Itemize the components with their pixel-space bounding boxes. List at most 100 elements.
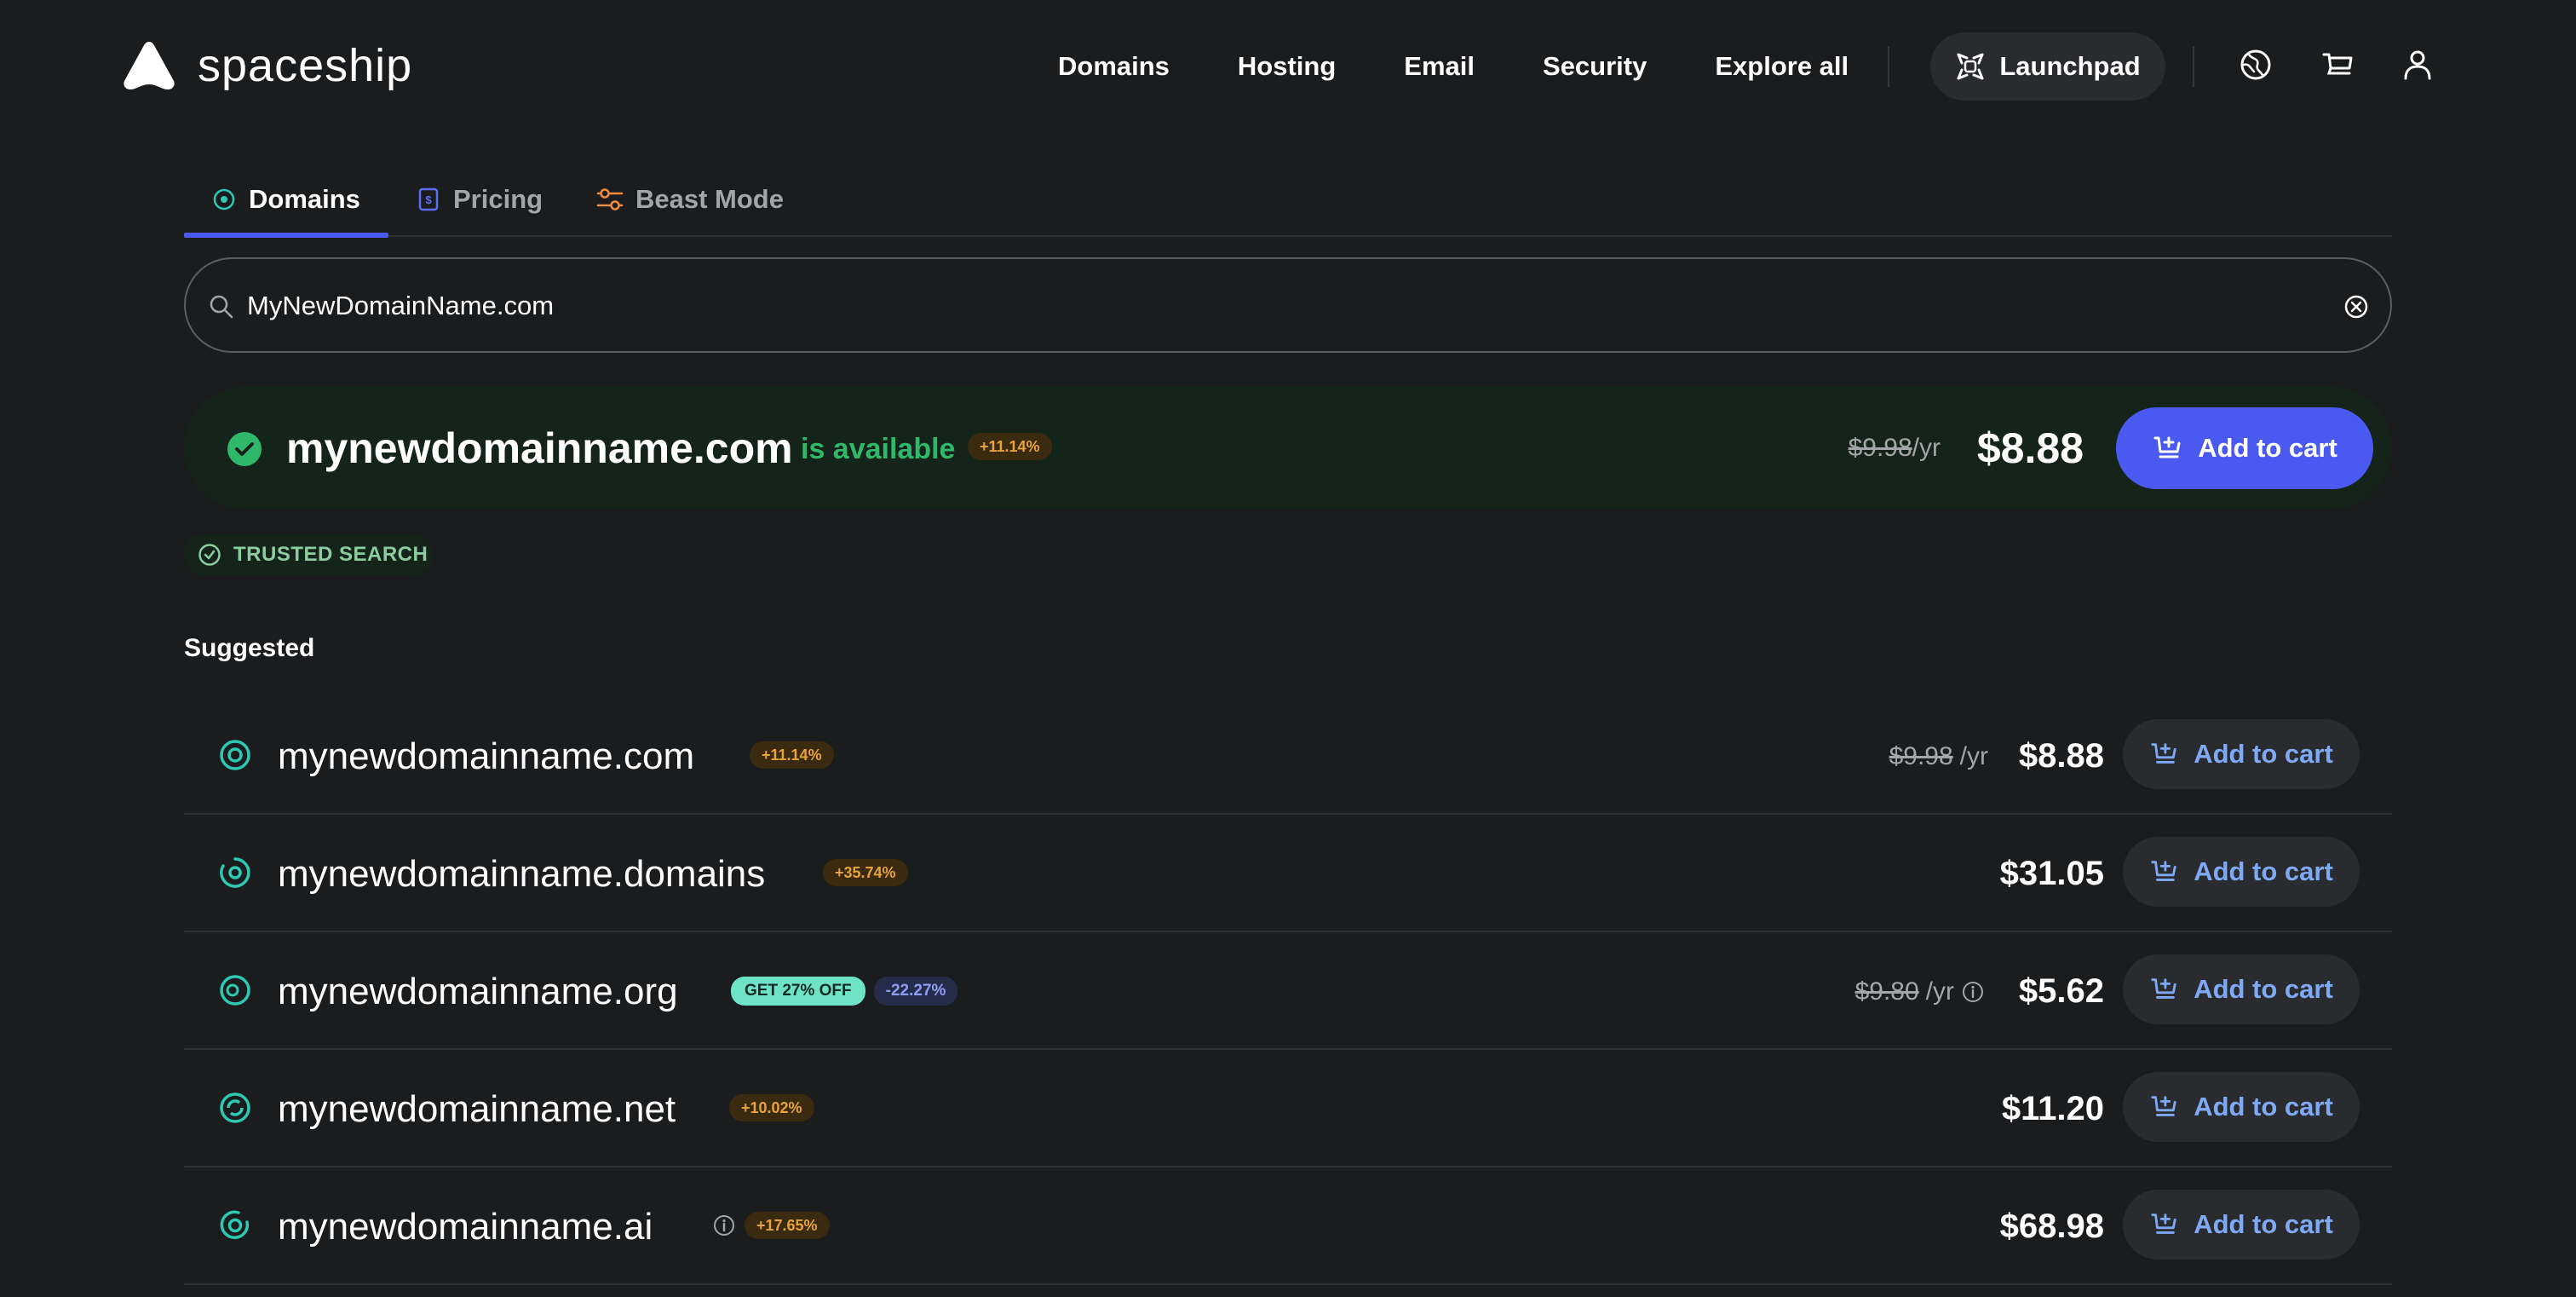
list-item[interactable]: mynewdomainname.ai +17.65% $68.98 Add to… xyxy=(184,1167,2392,1285)
nav-email[interactable]: Email xyxy=(1404,41,1475,92)
availability-status: is available xyxy=(801,433,956,465)
nav-hosting[interactable]: Hosting xyxy=(1238,41,1336,92)
add-to-cart-icon xyxy=(2151,1096,2176,1116)
old-price-value: $9.80 xyxy=(1854,977,1919,1006)
add-to-cart-label: Add to cart xyxy=(2198,433,2337,463)
nav-explore-all[interactable]: Explore all xyxy=(1715,41,1849,92)
launchpad-label: Launchpad xyxy=(1999,51,2141,81)
tld-icon xyxy=(220,740,250,770)
domain-name: mynewdomainname.net xyxy=(278,1088,676,1130)
svg-text:$: $ xyxy=(425,193,432,206)
featured-domain-name: mynewdomainname.com xyxy=(286,424,793,472)
price-change-badge: -22.27% xyxy=(873,977,958,1006)
rocket-logo-icon xyxy=(124,42,175,89)
price-change-badge: +11.14% xyxy=(750,741,834,769)
info-icon[interactable] xyxy=(712,1213,736,1237)
pricing-tab-icon: $ xyxy=(418,187,439,211)
old-price: $9.80/yr xyxy=(1855,975,1985,1009)
price: $5.62 xyxy=(2018,972,2104,1010)
main-nav: Domains Hosting Email Security Explore a… xyxy=(1058,41,1849,92)
price-change-badge: +35.74% xyxy=(823,859,908,886)
price: $31.05 xyxy=(1999,855,2104,892)
add-to-cart-button[interactable]: Add to cart xyxy=(2123,719,2360,789)
tab-domains[interactable]: Domains xyxy=(211,162,360,237)
price: $68.98 xyxy=(1999,1208,2104,1245)
badges: +10.02% xyxy=(729,1094,814,1121)
cart-icon[interactable] xyxy=(2319,46,2356,84)
page: spaceship Domains Hosting Email Security… xyxy=(0,0,2576,1297)
add-to-cart-icon xyxy=(2151,743,2176,764)
old-price-value: $9.98 xyxy=(1848,434,1912,462)
add-to-cart-label: Add to cart xyxy=(2194,856,2333,886)
tab-pricing[interactable]: $ Pricing xyxy=(416,162,543,237)
launchpad-icon xyxy=(1957,53,1984,80)
per-year-label: /yr xyxy=(1959,742,1988,770)
tab-label: Beast Mode xyxy=(635,184,784,214)
add-to-cart-button[interactable]: Add to cart xyxy=(2123,1072,2360,1142)
check-circle-icon xyxy=(198,544,221,566)
price-change-badge: +10.02% xyxy=(729,1094,814,1121)
badges: +11.14% xyxy=(750,741,834,769)
add-to-cart-button[interactable]: Add to cart xyxy=(2123,954,2360,1024)
price-change-badge: +11.14% xyxy=(968,433,1052,460)
add-to-cart-label: Add to cart xyxy=(2194,1209,2333,1239)
brand-name: spaceship xyxy=(198,40,413,91)
old-price: $9.98/yr xyxy=(1889,740,1988,774)
list-item[interactable]: mynewdomainname.net +10.02% $11.20 Add t… xyxy=(184,1050,2392,1167)
add-to-cart-button[interactable]: Add to cart xyxy=(2123,1190,2360,1260)
badges: +17.65% xyxy=(712,1212,830,1239)
domain-name: mynewdomainname.domains xyxy=(278,853,766,895)
launchpad-button[interactable]: Launchpad xyxy=(1930,32,2165,101)
add-to-cart-button[interactable]: Add to cart xyxy=(2123,837,2360,907)
old-price-value: $9.98 xyxy=(1889,742,1953,770)
add-to-cart-icon xyxy=(2151,1213,2176,1234)
add-to-cart-label: Add to cart xyxy=(2194,974,2333,1004)
active-tab-indicator xyxy=(184,233,388,238)
tab-label: Pricing xyxy=(453,184,543,214)
promo-badge: GET 27% OFF xyxy=(731,977,865,1006)
featured-result: mynewdomainname.com is available +11.14%… xyxy=(184,387,2392,510)
tab-beast-mode[interactable]: Beast Mode xyxy=(596,162,784,237)
domains-tab-icon xyxy=(213,188,235,210)
user-icon[interactable] xyxy=(2399,46,2436,84)
tld-icon xyxy=(220,1092,250,1123)
tld-icon xyxy=(220,975,250,1006)
domain-name: mynewdomainname.ai xyxy=(278,1206,653,1248)
top-nav: spaceship Domains Hosting Email Security… xyxy=(0,0,2576,133)
info-icon[interactable] xyxy=(1961,980,1985,1004)
price-change-badge: +17.65% xyxy=(745,1212,830,1239)
search-input[interactable] xyxy=(247,276,2309,336)
featured-price: $8.88 xyxy=(1976,424,2084,472)
badges: GET 27% OFF -22.27% xyxy=(731,977,958,1006)
search-tabs: Domains $ Pricing Beast Mode xyxy=(184,162,2392,238)
featured-old-price: $9.98/yr xyxy=(1849,431,1941,465)
sliders-icon xyxy=(596,188,624,210)
suggested-list: mynewdomainname.com +11.14% $9.98/yr $8.… xyxy=(184,697,2392,1285)
globe-icon[interactable] xyxy=(2237,46,2274,84)
trusted-search-label: TRUSTED SEARCH xyxy=(233,543,428,566)
add-to-cart-icon xyxy=(2153,436,2181,458)
badges: +35.74% xyxy=(823,859,908,886)
domain-name: mynewdomainname.com xyxy=(278,735,695,777)
nav-domains[interactable]: Domains xyxy=(1058,41,1170,92)
nav-divider xyxy=(2193,46,2194,87)
check-circle-icon xyxy=(227,432,262,466)
domain-search-bar xyxy=(184,257,2392,353)
per-year-label: /yr xyxy=(1925,977,1954,1006)
add-to-cart-label: Add to cart xyxy=(2194,1092,2333,1121)
tld-icon xyxy=(220,1210,250,1239)
list-item[interactable]: mynewdomainname.com +11.14% $9.98/yr $8.… xyxy=(184,697,2392,815)
domain-name: mynewdomainname.org xyxy=(278,971,678,1012)
brand-logo[interactable]: spaceship xyxy=(121,39,412,92)
suggested-heading: Suggested xyxy=(184,634,315,662)
add-to-cart-icon xyxy=(2151,861,2176,881)
list-item[interactable]: mynewdomainname.org GET 27% OFF -22.27% … xyxy=(184,932,2392,1050)
featured-add-to-cart-button[interactable]: Add to cart xyxy=(2116,407,2373,489)
list-item[interactable]: mynewdomainname.domains +35.74% $31.05 A… xyxy=(184,815,2392,932)
tab-label: Domains xyxy=(249,184,360,214)
nav-security[interactable]: Security xyxy=(1543,41,1647,92)
price: $11.20 xyxy=(2001,1090,2104,1127)
per-year-label: /yr xyxy=(1912,434,1941,462)
clear-icon[interactable] xyxy=(2343,293,2370,320)
trusted-search-badge: TRUSTED SEARCH xyxy=(184,533,433,576)
